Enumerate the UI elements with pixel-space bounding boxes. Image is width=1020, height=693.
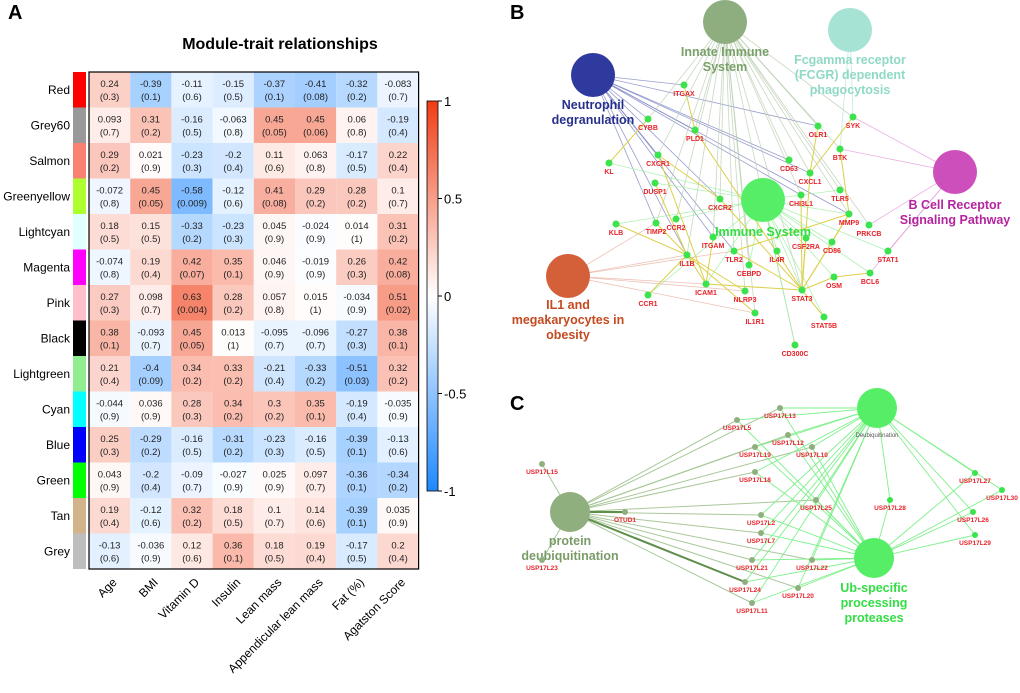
gene-node (749, 557, 755, 563)
gene-label: USP17L2 (747, 520, 776, 527)
network-edge (569, 419, 738, 513)
hub-label: processing (841, 596, 908, 610)
gene-node (752, 444, 758, 450)
gene-node (758, 512, 764, 518)
gene-label: USP17L18 (739, 477, 771, 484)
network-edge (873, 489, 1003, 559)
hub-node-deubiq2 (857, 388, 897, 428)
gene-label: USP17L15 (526, 469, 558, 476)
network-edge (569, 446, 756, 513)
gene-node (795, 585, 801, 591)
network-c: proteindeubiquitination Deubiquitination U… (521, 388, 1018, 625)
gene-label: USP17L23 (526, 565, 558, 572)
gene-node (809, 444, 815, 450)
gene-label: USP17L5 (723, 425, 752, 432)
hub-label: deubiquitination (521, 549, 618, 563)
hub-node-deubiq (550, 492, 590, 532)
network-edge (876, 407, 976, 536)
gene-node (622, 509, 628, 515)
gene-node (809, 557, 815, 563)
gene-label: USP17L7 (747, 538, 776, 545)
gene-label: USP17L13 (764, 413, 796, 420)
network-edge (569, 471, 756, 513)
gene-node (742, 579, 748, 585)
gene-node (539, 461, 545, 467)
gene-node (970, 509, 976, 515)
gene-node (734, 417, 740, 423)
gene-node (972, 470, 978, 476)
gene-label: USP17L30 (986, 495, 1018, 502)
gene-label: USP17L28 (874, 505, 906, 512)
gene-label: USP17L22 (796, 565, 828, 572)
gene-label: USP17L29 (959, 540, 991, 547)
gene-label: OTUD1 (614, 517, 636, 524)
gene-node (749, 600, 755, 606)
gene-label: USP17L10 (796, 452, 828, 459)
gene-label: USP17L26 (957, 517, 989, 524)
hub-label: Ub-specific (840, 581, 907, 595)
gene-node (539, 557, 545, 563)
gene-node (972, 532, 978, 538)
gene-node (999, 487, 1005, 493)
gene-node (752, 469, 758, 475)
network-edge (569, 407, 781, 513)
gene-label: USP17L11 (736, 608, 768, 615)
gene-node (887, 497, 893, 503)
gene-node (777, 405, 783, 411)
gene-label: USP17L20 (782, 593, 814, 600)
gene-label: USP17L24 (729, 587, 761, 594)
hub-label: proteases (844, 611, 903, 625)
gene-node (758, 530, 764, 536)
gene-label: USP17L12 (772, 440, 804, 447)
gene-node (785, 432, 791, 438)
network-edge (876, 407, 974, 513)
gene-label: USP17L21 (736, 565, 768, 572)
gene-node (813, 497, 819, 503)
hub-node-ubsp (854, 538, 894, 578)
gene-label: USP17L19 (739, 452, 771, 459)
hub-label: Deubiquitination (855, 433, 898, 439)
gene-label: USP17L27 (959, 478, 991, 485)
hub-label: protein (549, 534, 591, 548)
network-edge (569, 511, 746, 583)
gene-label: USP17L25 (800, 505, 832, 512)
